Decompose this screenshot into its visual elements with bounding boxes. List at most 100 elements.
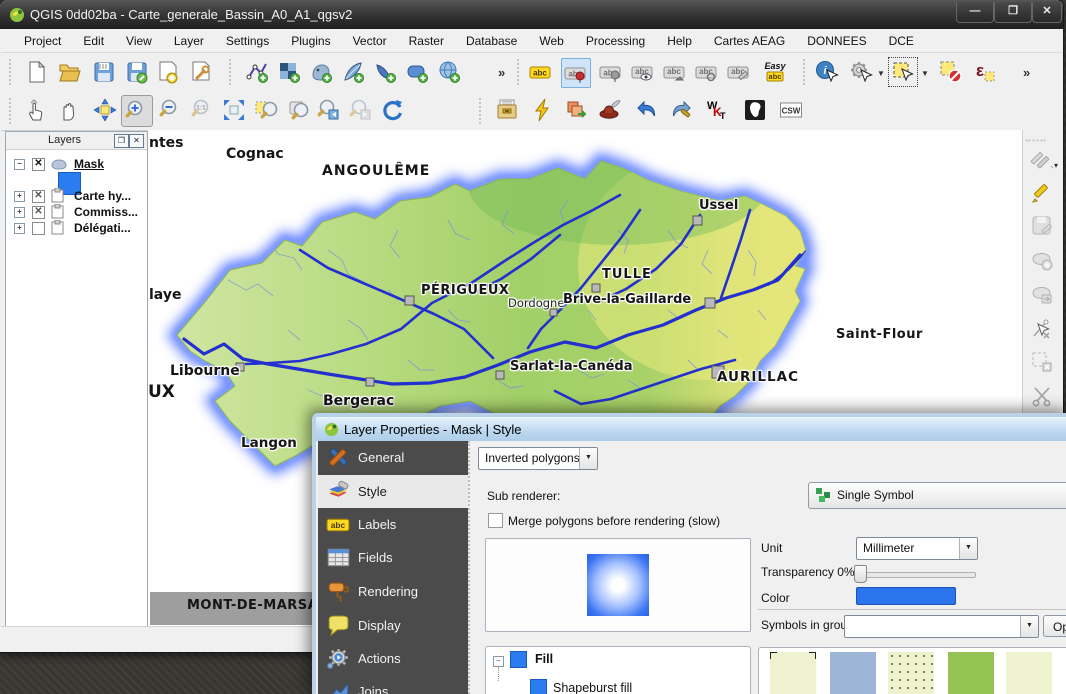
easy-custom-labeling-button[interactable]: Easyabc bbox=[761, 58, 789, 86]
layer-label[interactable]: Carte hy... bbox=[74, 189, 131, 203]
menu-dce[interactable]: DCE bbox=[878, 30, 925, 52]
panel-close-button[interactable]: ✕ bbox=[129, 134, 144, 148]
menu-layer[interactable]: Layer bbox=[163, 30, 215, 52]
zoom-to-selection-button[interactable] bbox=[252, 96, 280, 124]
dialog-title-bar[interactable]: Layer Properties - Mask | Style bbox=[316, 417, 1066, 441]
zoom-full-button[interactable] bbox=[220, 96, 248, 124]
show-hide-labels-button[interactable]: abc bbox=[629, 58, 657, 86]
tab-fields[interactable]: Fields bbox=[318, 541, 468, 574]
select-features-button[interactable] bbox=[889, 58, 917, 86]
menu-project[interactable]: Project bbox=[13, 30, 72, 52]
toolbar-grip[interactable] bbox=[803, 59, 808, 85]
add-oracle-layer-button[interactable] bbox=[403, 58, 431, 86]
composer-manager-button[interactable] bbox=[187, 58, 215, 86]
symbol-swatch-dotted[interactable] bbox=[888, 652, 934, 694]
layer-row-commiss[interactable]: + ✕ Commiss... bbox=[6, 204, 147, 220]
symbol-swatch[interactable] bbox=[948, 652, 994, 694]
symbols-in-group-combobox[interactable]: ▼ bbox=[844, 615, 1039, 638]
color-button[interactable] bbox=[856, 587, 956, 605]
redo-advanced-button[interactable] bbox=[667, 96, 695, 124]
menu-plugins[interactable]: Plugins bbox=[280, 30, 341, 52]
transparency-slider-handle[interactable] bbox=[854, 565, 867, 583]
tab-display[interactable]: Display bbox=[318, 609, 468, 642]
select-features-dropdown-arrow[interactable]: ▼ bbox=[921, 69, 929, 78]
layer-checkbox[interactable]: ✕ bbox=[32, 206, 45, 219]
transparency-slider[interactable] bbox=[856, 572, 976, 578]
expand-expander-icon[interactable]: + bbox=[14, 223, 25, 234]
zoom-in-button[interactable] bbox=[121, 95, 153, 127]
tab-joins[interactable]: Joins bbox=[318, 675, 468, 694]
layer-checkbox-unchecked[interactable] bbox=[32, 222, 45, 235]
single-symbol-button[interactable]: Single Symbol bbox=[808, 482, 1066, 509]
pan-to-selection-button[interactable] bbox=[91, 96, 119, 124]
menu-help[interactable]: Help bbox=[656, 30, 703, 52]
zoom-next-button[interactable] bbox=[347, 96, 375, 124]
toolbar-grip[interactable] bbox=[229, 59, 234, 85]
deselect-features-button[interactable] bbox=[937, 58, 965, 86]
move-feature-button[interactable] bbox=[1028, 280, 1056, 308]
toolbar-grip[interactable] bbox=[517, 59, 522, 85]
select-by-expression-button[interactable]: ε bbox=[971, 58, 999, 86]
renderer-combobox[interactable]: Inverted polygons ▼ bbox=[478, 447, 598, 470]
change-label-button[interactable]: abc bbox=[725, 58, 753, 86]
feature-action-dropdown-arrow[interactable]: ▼ bbox=[877, 69, 885, 78]
layer-label[interactable]: Délégati... bbox=[74, 221, 131, 235]
collapse-expander-icon[interactable]: − bbox=[493, 656, 504, 667]
delete-selected-button[interactable] bbox=[1028, 348, 1056, 376]
toggle-editing-button[interactable] bbox=[1028, 178, 1056, 206]
toolbar-grip[interactable] bbox=[479, 98, 484, 124]
tab-labels[interactable]: abc Labels bbox=[318, 508, 468, 541]
chevron-down-icon[interactable]: ▼ bbox=[579, 448, 597, 469]
menu-view[interactable]: View bbox=[115, 30, 163, 52]
add-wms-layer-button[interactable] bbox=[435, 58, 463, 86]
unpin-label-button[interactable]: ab bbox=[597, 58, 625, 86]
copy-features-button[interactable] bbox=[563, 96, 591, 124]
new-project-button[interactable] bbox=[23, 58, 51, 86]
menu-vector[interactable]: Vector bbox=[342, 30, 398, 52]
chevron-down-icon[interactable]: ▼ bbox=[1020, 616, 1038, 637]
tab-rendering[interactable]: Rendering bbox=[318, 575, 468, 608]
layer-label[interactable]: Mask bbox=[74, 157, 104, 171]
merge-polygons-checkbox[interactable] bbox=[488, 513, 503, 528]
run-feature-action-button[interactable] bbox=[847, 58, 875, 86]
add-spatialite-layer-button[interactable] bbox=[339, 58, 367, 86]
tab-general[interactable]: General bbox=[318, 441, 468, 474]
africa-plugin-button[interactable] bbox=[741, 96, 769, 124]
refresh-map-button[interactable] bbox=[379, 96, 407, 124]
title-bar[interactable]: QGIS 0dd02ba - Carte_generale_Bassin_A0_… bbox=[0, 0, 1063, 29]
toolbar-grip[interactable] bbox=[9, 59, 14, 85]
pan-map-button[interactable] bbox=[56, 96, 84, 124]
wkt-tool-button[interactable]: WKT bbox=[703, 96, 731, 124]
toolbar-grip[interactable] bbox=[9, 98, 14, 124]
unit-combobox[interactable]: Millimeter▼ bbox=[856, 537, 978, 560]
cut-features-button[interactable] bbox=[1028, 382, 1056, 410]
open-library-button[interactable]: Open Library bbox=[1043, 615, 1066, 637]
tab-style[interactable]: Style bbox=[318, 475, 468, 508]
collapse-expander-icon[interactable]: − bbox=[14, 159, 25, 170]
menu-donnees[interactable]: DONNEES bbox=[796, 30, 877, 52]
expand-expander-icon[interactable]: + bbox=[14, 207, 25, 218]
symbol-swatch-selected[interactable] bbox=[770, 652, 816, 694]
pin-label-button[interactable]: ab bbox=[561, 58, 591, 88]
menu-web[interactable]: Web bbox=[528, 30, 574, 52]
layers-panel-header[interactable]: Layers ❐ ✕ bbox=[6, 132, 147, 150]
menu-edit[interactable]: Edit bbox=[72, 30, 115, 52]
add-feature-button[interactable] bbox=[1028, 246, 1056, 274]
rotate-label-button[interactable]: abc bbox=[693, 58, 721, 86]
new-print-composer-button[interactable] bbox=[154, 58, 182, 86]
toolbar-overflow-chevron[interactable]: » bbox=[1023, 65, 1030, 80]
layer-label[interactable]: Commiss... bbox=[74, 205, 138, 219]
save-project-as-button[interactable] bbox=[123, 58, 151, 86]
layer-checkbox[interactable]: ✕ bbox=[32, 190, 45, 203]
minimize-button[interactable]: — bbox=[956, 2, 994, 23]
zoom-last-button[interactable] bbox=[315, 96, 343, 124]
symbol-swatch[interactable] bbox=[830, 652, 876, 694]
chevron-down-icon[interactable]: ▼ bbox=[959, 538, 977, 559]
toolbar-overflow-chevron[interactable]: » bbox=[498, 65, 505, 80]
move-label-button[interactable]: abc bbox=[661, 58, 689, 86]
labeling-options-button[interactable]: abc bbox=[527, 58, 555, 86]
close-button[interactable]: ✕ bbox=[1032, 2, 1062, 23]
zoom-to-layer-button[interactable] bbox=[284, 96, 312, 124]
menu-settings[interactable]: Settings bbox=[215, 30, 280, 52]
add-postgis-layer-button[interactable] bbox=[307, 58, 335, 86]
